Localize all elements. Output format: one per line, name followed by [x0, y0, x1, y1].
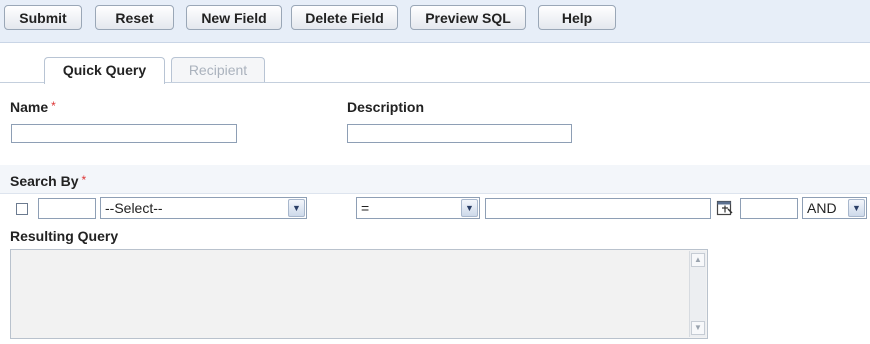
- tab-recipient[interactable]: Recipient: [171, 57, 265, 83]
- operator-select-value: =: [361, 200, 370, 216]
- toolbar: Submit Reset New Field Delete Field Prev…: [0, 0, 870, 43]
- search-by-section: [0, 165, 870, 194]
- required-marker: *: [81, 173, 87, 187]
- chevron-down-icon: ▼: [461, 199, 478, 217]
- required-marker: *: [51, 99, 56, 113]
- resulting-query-label: Resulting Query: [10, 228, 119, 244]
- value-input[interactable]: [485, 198, 711, 219]
- tab-quick-query[interactable]: Quick Query: [44, 57, 165, 84]
- field-select[interactable]: --Select-- ▼: [100, 197, 307, 219]
- scroll-down-icon[interactable]: ▼: [691, 321, 705, 335]
- resulting-query-textarea[interactable]: ▲ ▼: [10, 249, 708, 339]
- conjunction-select[interactable]: AND ▼: [802, 197, 867, 219]
- lookup-icon[interactable]: [716, 199, 734, 217]
- operator-select[interactable]: = ▼: [356, 197, 480, 219]
- description-input[interactable]: [347, 124, 572, 143]
- preview-sql-button[interactable]: Preview SQL: [410, 5, 526, 30]
- new-field-button[interactable]: New Field: [186, 5, 282, 30]
- row-checkbox[interactable]: [16, 203, 28, 215]
- name-input[interactable]: [11, 124, 237, 143]
- extra-value-input[interactable]: [740, 198, 798, 219]
- search-by-label: Search By *: [10, 173, 87, 189]
- field-select-value: --Select--: [105, 200, 163, 216]
- sequence-input[interactable]: [38, 198, 96, 219]
- chevron-down-icon: ▼: [848, 199, 865, 217]
- chevron-down-icon: ▼: [288, 199, 305, 217]
- description-label: Description: [347, 99, 425, 115]
- scrollbar[interactable]: ▲ ▼: [689, 251, 706, 337]
- submit-button[interactable]: Submit: [4, 5, 82, 30]
- help-button[interactable]: Help: [538, 5, 616, 30]
- scroll-up-icon[interactable]: ▲: [691, 253, 705, 267]
- name-label: Name *: [10, 99, 56, 115]
- delete-field-button[interactable]: Delete Field: [291, 5, 398, 30]
- reset-button[interactable]: Reset: [95, 5, 174, 30]
- conjunction-select-value: AND: [807, 200, 837, 216]
